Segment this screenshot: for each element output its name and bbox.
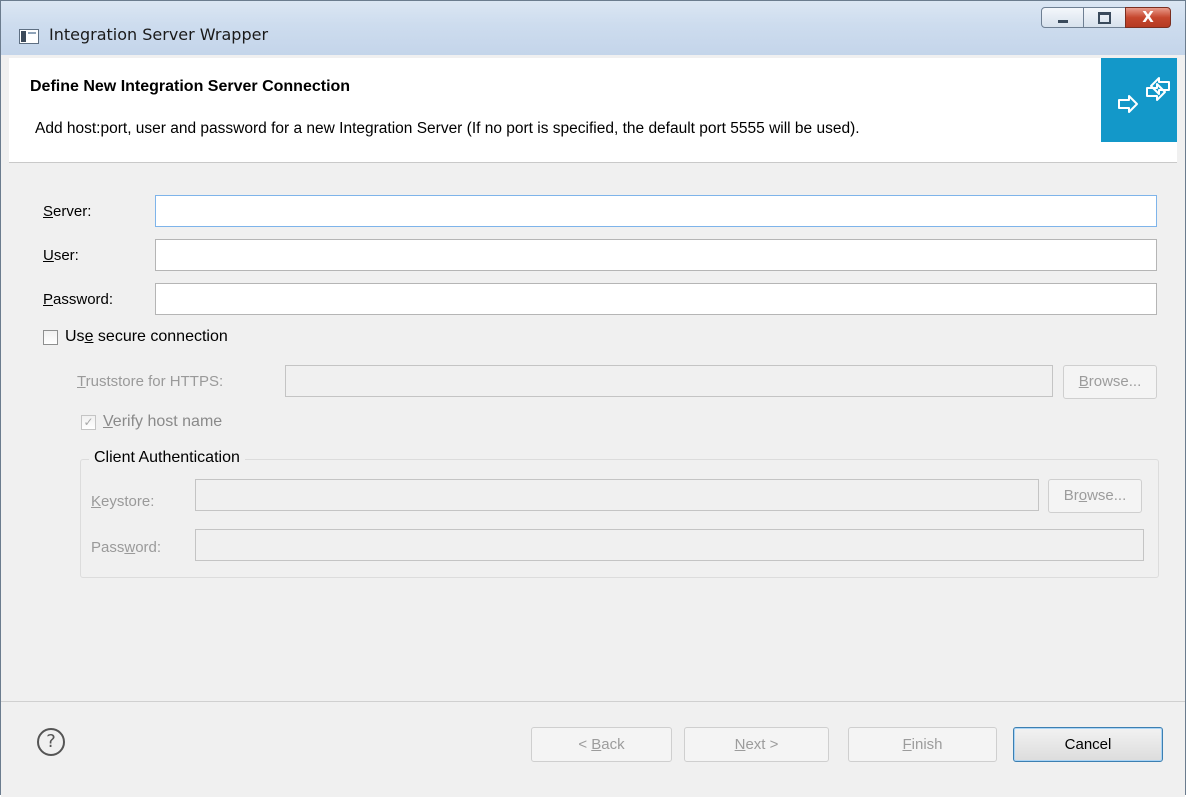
user-input[interactable]	[155, 239, 1157, 271]
minimize-icon	[1057, 20, 1068, 23]
close-icon: X	[1142, 8, 1154, 26]
wizard-window: Integration Server Wrapper X Define New …	[0, 0, 1186, 797]
client-password-label: Password:	[91, 539, 162, 556]
form-area: Server: User: Password: Use secure conne…	[9, 163, 1177, 699]
truststore-browse-button[interactable]: Browse...	[1063, 365, 1157, 399]
app-icon	[19, 29, 39, 44]
server-label: Server:	[43, 203, 92, 220]
secure-connection-label: Use secure connection	[65, 328, 228, 345]
finish-button[interactable]: Finish	[848, 727, 997, 762]
maximize-button[interactable]	[1083, 7, 1126, 28]
page-description: Add host:port, user and password for a n…	[35, 120, 860, 137]
connection-arrows-icon	[1101, 58, 1177, 142]
cancel-button[interactable]: Cancel	[1013, 727, 1163, 762]
back-button[interactable]: < Back	[531, 727, 672, 762]
keystore-browse-button[interactable]: Browse...	[1048, 479, 1142, 513]
window-controls: X	[1041, 7, 1171, 29]
server-input[interactable]	[155, 195, 1157, 227]
truststore-input[interactable]	[285, 365, 1053, 397]
wizard-banner: Define New Integration Server Connection…	[9, 58, 1177, 163]
truststore-label: Truststore for HTTPS:	[77, 373, 224, 390]
verify-host-label: Verify host name	[103, 413, 223, 430]
help-icon[interactable]: ?	[37, 728, 65, 756]
client-password-input[interactable]	[195, 529, 1144, 561]
keystore-input[interactable]	[195, 479, 1039, 511]
close-button[interactable]: X	[1125, 7, 1171, 28]
secure-connection-checkbox[interactable]	[43, 330, 58, 345]
title-bar[interactable]: Integration Server Wrapper X	[1, 1, 1185, 55]
wizard-footer: ? < Back Next > Finish Cancel	[1, 701, 1185, 797]
user-label: User:	[43, 247, 79, 264]
window-title: Integration Server Wrapper	[49, 25, 269, 44]
password-label: Password:	[43, 291, 114, 308]
client-authentication-title: Client Authentication	[89, 449, 245, 467]
keystore-label: Keystore:	[91, 493, 155, 510]
verify-host-checkbox[interactable]: ✓	[81, 415, 96, 430]
page-title: Define New Integration Server Connection	[30, 78, 351, 95]
minimize-button[interactable]	[1041, 7, 1084, 28]
maximize-icon	[1098, 11, 1111, 24]
password-input[interactable]	[155, 283, 1157, 315]
next-button[interactable]: Next >	[684, 727, 829, 762]
